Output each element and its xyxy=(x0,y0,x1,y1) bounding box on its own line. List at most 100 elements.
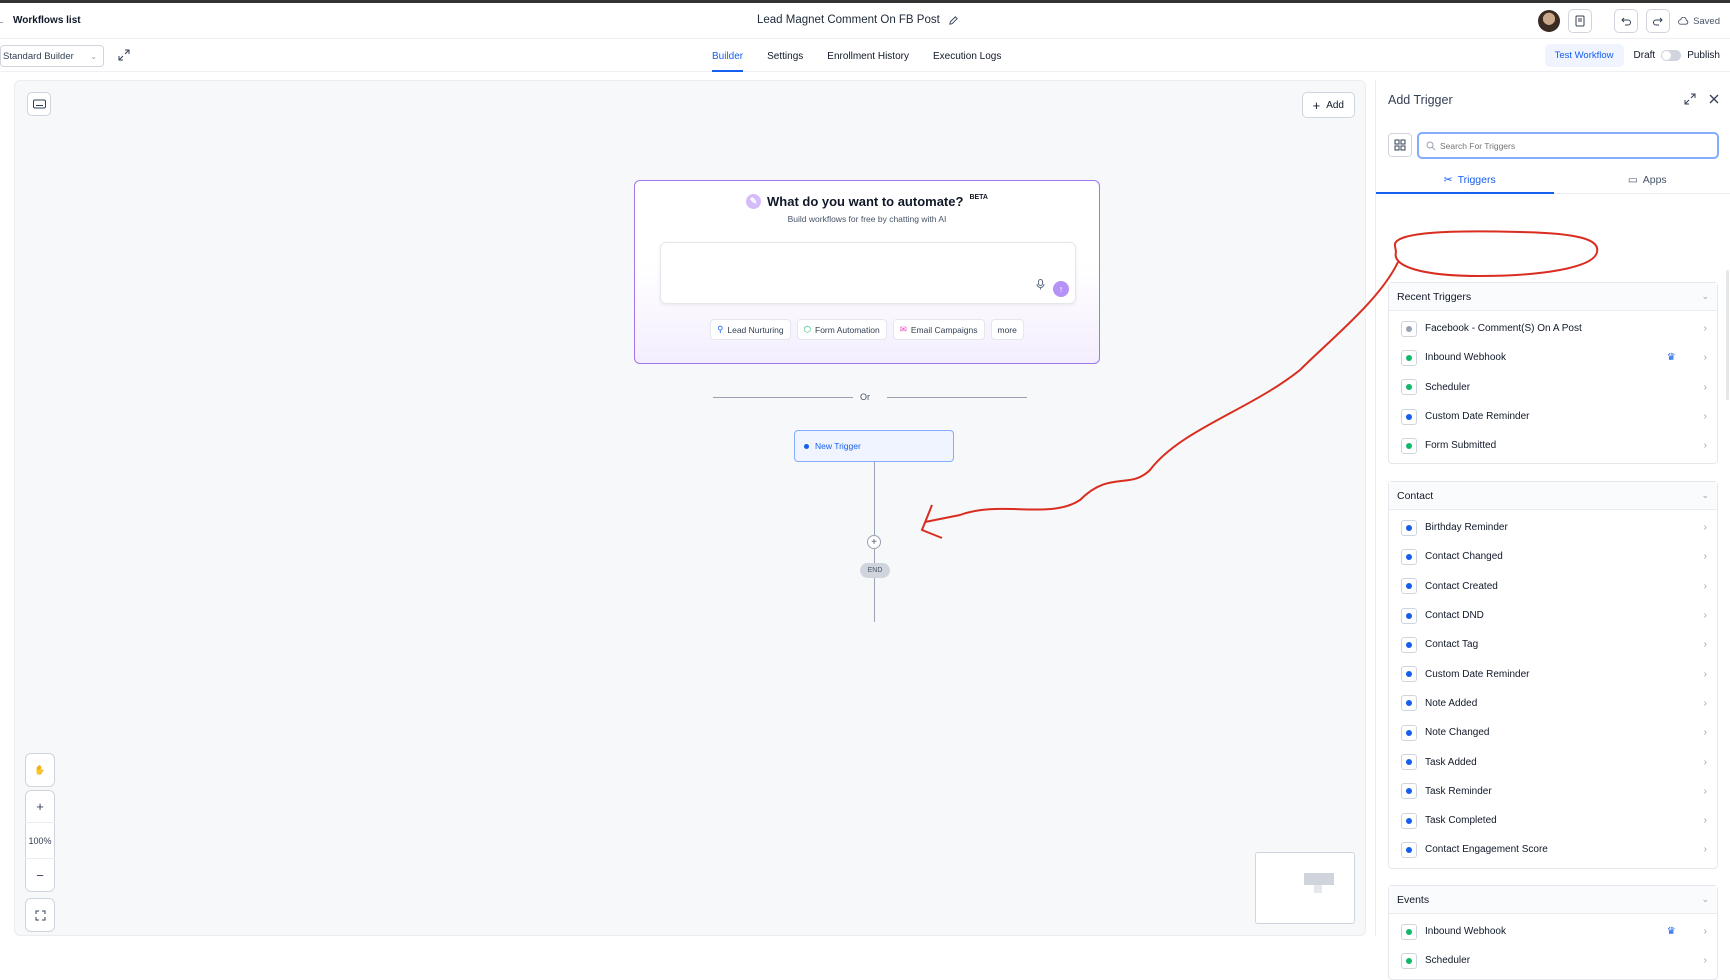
trigger-item-label: Note Added xyxy=(1425,698,1704,709)
publish-label: Publish xyxy=(1687,50,1720,61)
trigger-item[interactable]: Contact Created› xyxy=(1389,572,1717,601)
panel-tabs: ✂ Triggers ▭ Apps xyxy=(1376,166,1730,194)
tab-builder[interactable]: Builder xyxy=(712,40,743,72)
trigger-section: Recent Triggers⌄ Facebook - Comment(S) On… xyxy=(1388,282,1718,464)
trigger-item[interactable]: Note Changed› xyxy=(1389,718,1717,747)
builder-mode-select[interactable]: Standard Builder ⌄ xyxy=(0,45,104,67)
trigger-section: Contact⌄ Birthday Reminder›Contact Change… xyxy=(1388,481,1718,869)
trigger-item[interactable]: Inbound Webhook♛› xyxy=(1389,343,1717,372)
chip-label: Email Campaigns xyxy=(911,325,978,335)
section-header[interactable]: Recent Triggers⌄ xyxy=(1389,283,1717,311)
section-header[interactable]: Contact⌄ xyxy=(1389,482,1717,510)
keyboard-shortcuts-button[interactable] xyxy=(27,92,51,116)
contact-icon xyxy=(1401,549,1417,565)
section-title: Events xyxy=(1397,894,1429,906)
chevron-right-icon: › xyxy=(1704,844,1707,855)
trigger-item[interactable]: Facebook - Comment(S) On A Post› xyxy=(1389,314,1717,343)
zoom-out-button[interactable]: − xyxy=(25,859,55,891)
section-header[interactable]: Events ⌄ xyxy=(1389,886,1717,914)
chevron-down-icon: ⌄ xyxy=(1701,894,1709,905)
trigger-search-input[interactable] xyxy=(1440,141,1700,151)
trigger-item-label: Note Changed xyxy=(1425,727,1704,738)
canvas-minimap[interactable] xyxy=(1255,852,1355,924)
chevron-right-icon: › xyxy=(1704,786,1707,797)
trigger-item-label: Task Added xyxy=(1425,757,1704,768)
keyboard-icon xyxy=(33,99,46,109)
test-workflow-button[interactable]: Test Workflow xyxy=(1545,44,1624,67)
or-divider: Or xyxy=(713,392,1027,402)
chevron-right-icon: › xyxy=(1704,955,1707,966)
chevron-right-icon: › xyxy=(1704,698,1707,709)
category-grid-button[interactable] xyxy=(1388,133,1412,157)
section-title: Recent Triggers xyxy=(1397,291,1471,303)
trigger-item-label: Form Submitted xyxy=(1425,440,1704,451)
tab-settings[interactable]: Settings xyxy=(767,40,803,72)
tab-execution-logs[interactable]: Execution Logs xyxy=(933,40,1001,72)
hand-tool-button[interactable]: ✋ xyxy=(25,754,55,786)
trigger-item[interactable]: Contact Engagement Score› xyxy=(1389,835,1717,864)
trigger-item-label: Task Completed xyxy=(1425,815,1704,826)
note-icon xyxy=(1401,695,1417,711)
add-node-button[interactable]: + Add xyxy=(1302,92,1355,118)
trigger-item[interactable]: Contact Tag› xyxy=(1389,630,1717,659)
cake-icon xyxy=(1401,520,1417,536)
trigger-search-field[interactable] xyxy=(1417,132,1719,159)
tab-triggers[interactable]: ✂ Triggers xyxy=(1376,166,1554,193)
redo-button[interactable] xyxy=(1646,9,1670,33)
back-to-workflows-link[interactable]: ← Workflows list xyxy=(0,15,81,26)
panel-scrollbar[interactable] xyxy=(1726,270,1729,400)
user-avatar[interactable] xyxy=(1538,10,1560,32)
fullscreen-button[interactable] xyxy=(118,48,130,66)
chevron-right-icon: › xyxy=(1704,352,1707,363)
trigger-item[interactable]: Inbound Webhook♛› xyxy=(1389,917,1717,946)
tab-apps[interactable]: ▭ Apps xyxy=(1554,166,1730,193)
chevron-right-icon: › xyxy=(1704,757,1707,768)
trigger-item-label: Task Reminder xyxy=(1425,786,1704,797)
trigger-item[interactable]: Task Completed› xyxy=(1389,806,1717,835)
zoom-in-button[interactable]: + xyxy=(25,791,55,823)
close-icon[interactable] xyxy=(1708,93,1720,105)
save-status: Saved xyxy=(1678,16,1720,27)
panel-title: Add Trigger xyxy=(1388,93,1453,107)
publish-toggle[interactable]: Draft Publish xyxy=(1634,50,1720,61)
chevron-right-icon: › xyxy=(1704,411,1707,422)
notes-button[interactable] xyxy=(1568,9,1592,33)
send-button[interactable]: ↑ xyxy=(1053,281,1069,297)
tab-enrollment-history[interactable]: Enrollment History xyxy=(827,40,909,72)
ai-prompt-input[interactable]: ↑ xyxy=(660,242,1076,304)
undo-button[interactable] xyxy=(1614,9,1638,33)
trigger-item[interactable]: Form Submitted› xyxy=(1389,431,1717,460)
ai-builder-card: ✎ What do you want to automate? BETA Bui… xyxy=(634,180,1100,364)
new-trigger-node[interactable]: New Trigger xyxy=(794,430,954,462)
expand-panel-icon[interactable] xyxy=(1684,93,1696,105)
chip-lead-nurturing[interactable]: ⚲Lead Nurturing xyxy=(710,319,790,340)
document-icon xyxy=(1574,15,1586,27)
checkbox-icon xyxy=(1401,813,1417,829)
trigger-item[interactable]: Birthday Reminder› xyxy=(1389,513,1717,542)
back-label: Workflows list xyxy=(13,15,81,26)
add-step-button[interactable]: + xyxy=(867,535,881,549)
workflow-title[interactable]: Lead Magnet Comment On FB Post xyxy=(757,14,959,26)
hand-icon: ✋ xyxy=(34,765,45,776)
builder-toolbar: Standard Builder ⌄ Builder Settings Enro… xyxy=(0,40,1730,72)
fit-view-group xyxy=(25,898,55,932)
trigger-item[interactable]: Custom Date Reminder› xyxy=(1389,659,1717,688)
trigger-item[interactable]: Scheduler› xyxy=(1389,946,1717,975)
trigger-item[interactable]: Contact Changed› xyxy=(1389,542,1717,571)
trigger-item[interactable]: Contact DND› xyxy=(1389,601,1717,630)
trigger-item[interactable]: Custom Date Reminder› xyxy=(1389,402,1717,431)
apps-icon: ▭ xyxy=(1628,174,1638,186)
trigger-item[interactable]: Task Added› xyxy=(1389,747,1717,776)
microphone-icon[interactable] xyxy=(1036,277,1045,295)
chevron-right-icon: › xyxy=(1704,639,1707,650)
trigger-item[interactable]: Task Reminder› xyxy=(1389,777,1717,806)
fit-view-button[interactable] xyxy=(25,899,55,931)
trigger-item-label: Inbound Webhook xyxy=(1425,926,1667,937)
trigger-item[interactable]: Note Added› xyxy=(1389,689,1717,718)
publish-switch[interactable] xyxy=(1661,50,1681,61)
trigger-item[interactable]: Scheduler› xyxy=(1389,373,1717,402)
pencil-icon[interactable] xyxy=(948,15,959,26)
chip-email-campaigns[interactable]: ✉Email Campaigns xyxy=(893,319,985,340)
chip-more[interactable]: more xyxy=(991,319,1024,340)
chip-form-automation[interactable]: ⬡Form Automation xyxy=(797,319,887,340)
